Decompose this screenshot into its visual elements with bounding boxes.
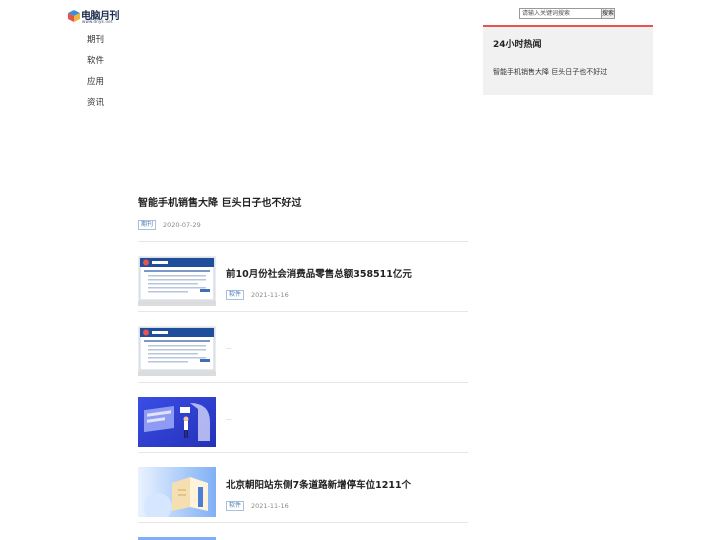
nav-item-software[interactable]: 软件 <box>87 54 104 75</box>
article-title[interactable]: 北京朝阳站东侧7条道路新增停车位1211个 <box>226 477 411 491</box>
article-thumbnail[interactable] <box>138 467 216 517</box>
featured-article: 智能手机销售大降 巨头日子也不好过 期刊 2020-07-29 <box>138 194 468 230</box>
article-meta: 软件 2021-11-16 <box>226 495 289 514</box>
category-tag[interactable]: 期刊 <box>138 219 157 230</box>
main-nav: 期刊 软件 应用 资讯 <box>87 33 104 117</box>
article-thumbnail[interactable] <box>138 256 216 306</box>
site-logo[interactable]: 电脑月刊 www.dnyk.net <box>67 8 123 24</box>
article-item[interactable]: ... <box>138 397 468 447</box>
article-snippet: ... <box>226 344 232 351</box>
publish-date: 2021-11-16 <box>251 501 289 510</box>
featured-meta: 期刊 2020-07-29 <box>138 214 201 230</box>
article-thumbnail[interactable] <box>138 397 216 447</box>
article-thumbnail[interactable] <box>138 326 216 376</box>
cube-logo-icon <box>68 10 80 22</box>
divider <box>138 311 468 312</box>
nav-item-journal[interactable]: 期刊 <box>87 33 104 54</box>
search-button[interactable]: 搜索 <box>601 8 615 19</box>
divider <box>138 241 468 242</box>
divider <box>138 522 468 523</box>
divider <box>138 452 468 453</box>
hot-news-title: 24小时热闻 <box>493 40 542 50</box>
article-meta: 软件 2021-11-16 <box>226 284 289 303</box>
divider <box>138 382 468 383</box>
nav-item-apps[interactable]: 应用 <box>87 75 104 96</box>
search-input[interactable] <box>519 8 603 19</box>
article-item[interactable]: ... <box>138 326 468 376</box>
brand-domain: www.dnyk.net <box>82 19 113 24</box>
category-tag[interactable]: 软件 <box>226 289 245 300</box>
hot-news-link[interactable]: 智能手机销售大降 巨头日子也不好过 <box>493 67 607 77</box>
article-item[interactable]: 前10月份社会消费品零售总额358511亿元 软件 2021-11-16 <box>138 256 468 306</box>
article-title[interactable]: 前10月份社会消费品零售总额358511亿元 <box>226 266 412 280</box>
article-snippet: ... <box>226 415 232 422</box>
article-item[interactable]: 北京朝阳站东侧7条道路新增停车位1211个 软件 2021-11-16 <box>138 467 468 517</box>
nav-item-news[interactable]: 资讯 <box>87 96 104 117</box>
featured-title[interactable]: 智能手机销售大降 巨头日子也不好过 <box>138 194 468 209</box>
hot-news-panel: 24小时热闻 智能手机销售大降 巨头日子也不好过 <box>483 25 653 95</box>
category-tag[interactable]: 软件 <box>226 500 245 511</box>
publish-date: 2021-11-16 <box>251 290 289 299</box>
publish-date: 2020-07-29 <box>163 220 201 229</box>
